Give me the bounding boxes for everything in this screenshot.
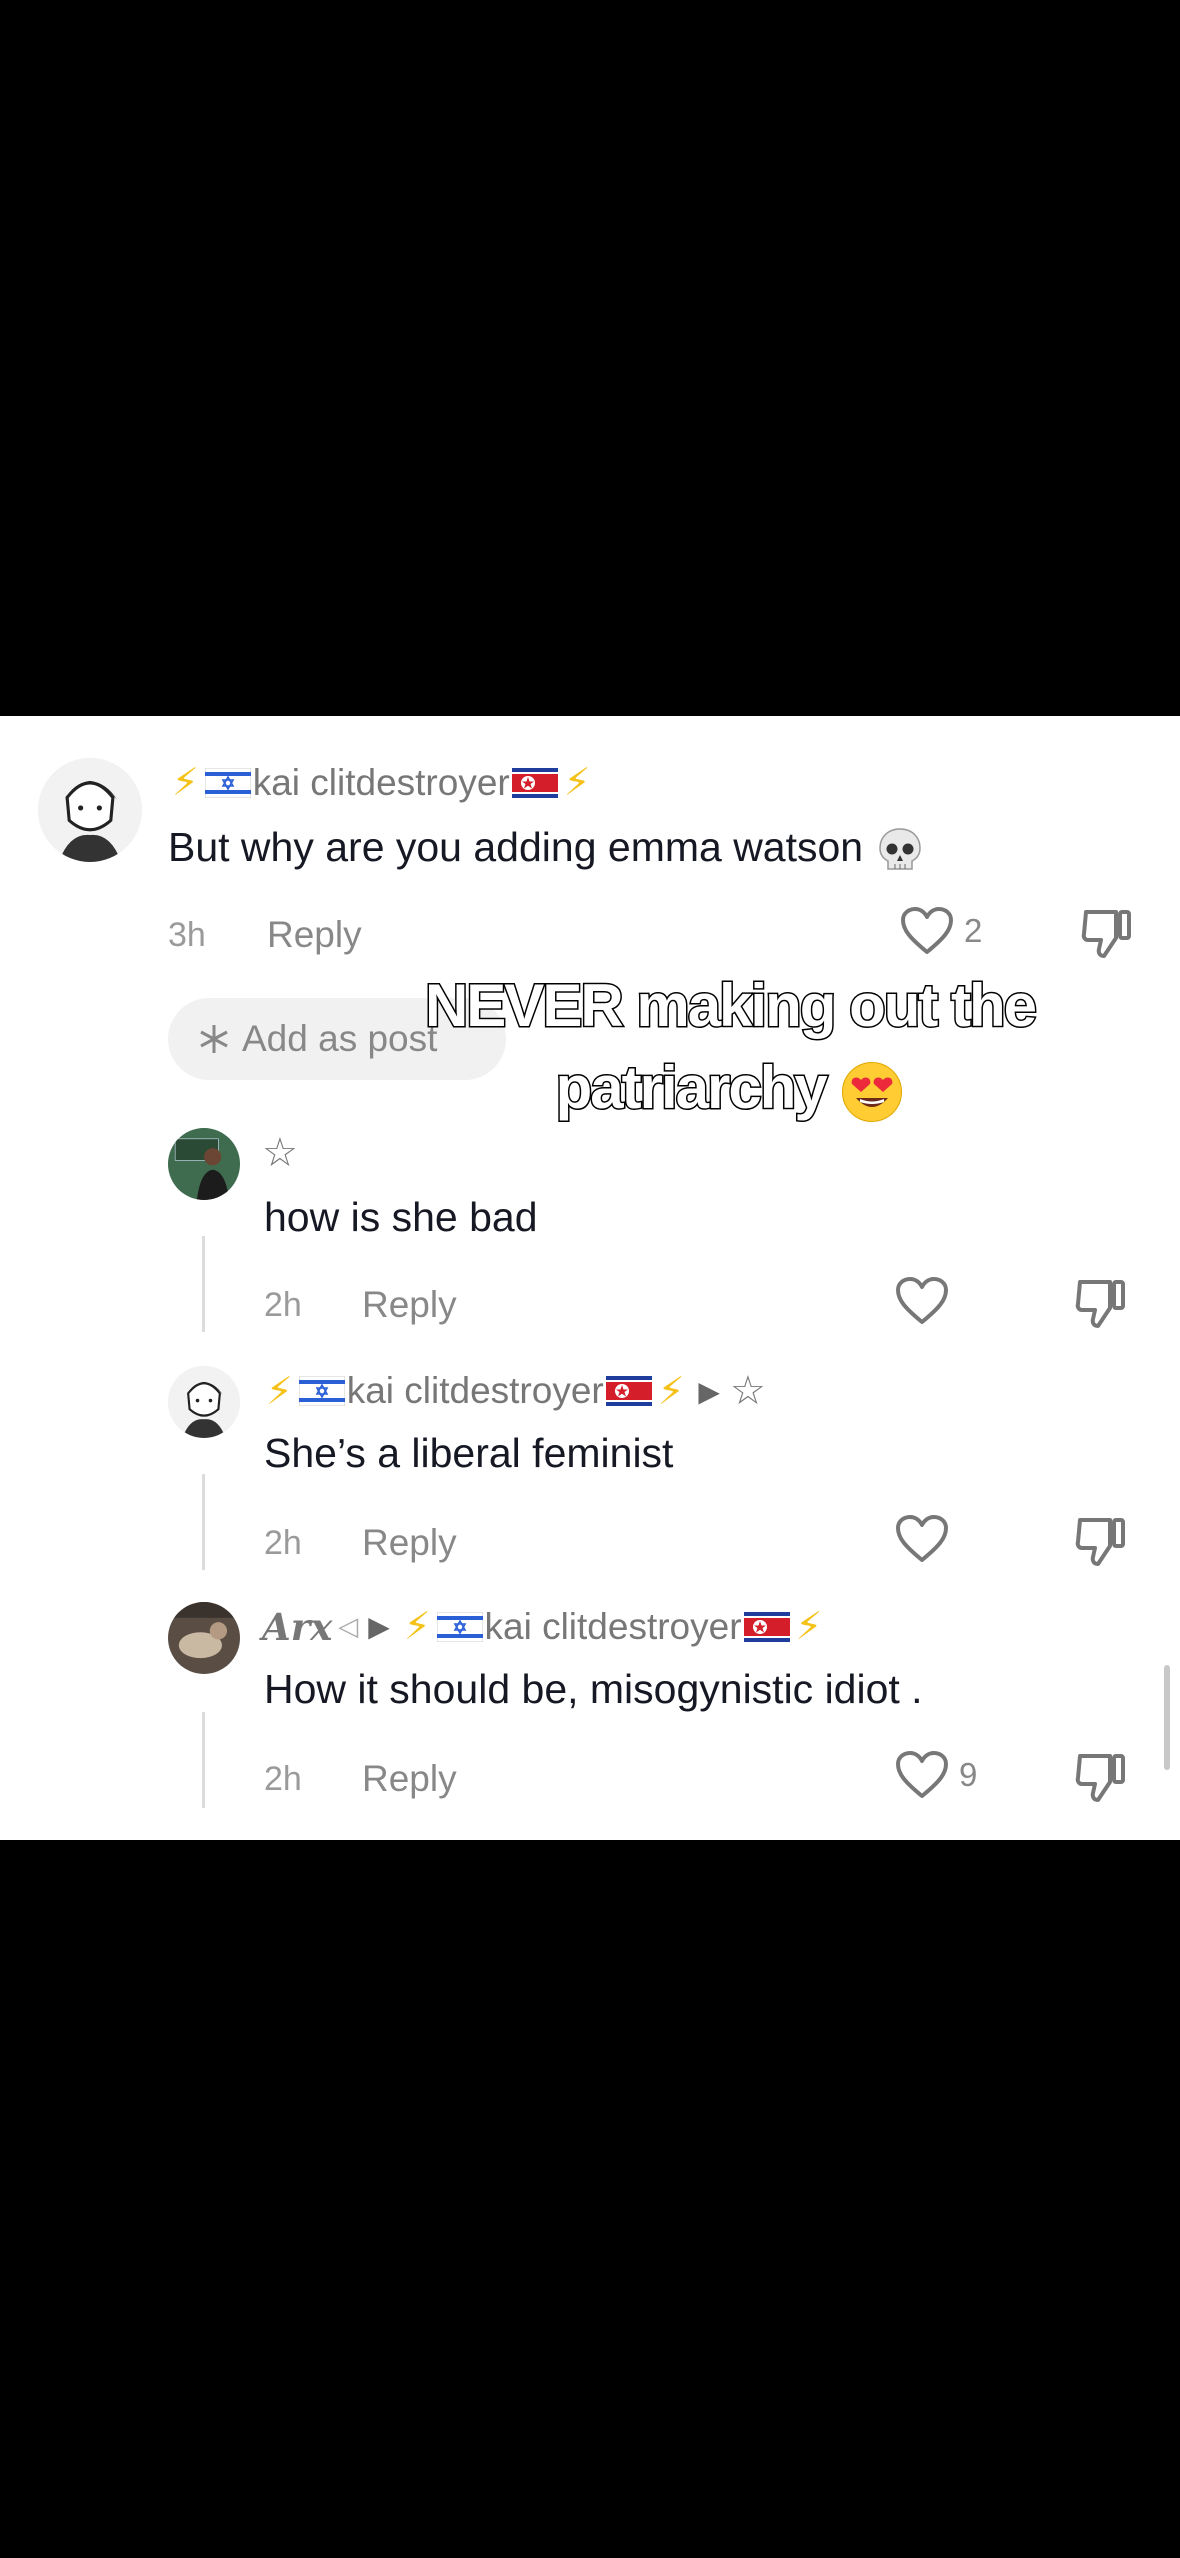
- heart-icon: [896, 1515, 948, 1562]
- avatar[interactable]: [168, 1366, 240, 1438]
- north-korea-flag-icon: [605, 1376, 652, 1406]
- tag-icon: ◁: [338, 1611, 359, 1641]
- overlay-caption-line2: patriarchy: [300, 1046, 1160, 1130]
- lightning-icon: ⚡: [266, 1370, 293, 1413]
- dislike-icon: [1075, 1518, 1125, 1566]
- israel-flag-icon: [436, 1611, 483, 1642]
- lightning-icon: ⚡: [657, 1370, 685, 1413]
- lightning-icon: ⚡: [403, 1606, 431, 1648]
- comment-username[interactable]: ☆: [262, 1130, 298, 1176]
- avatar[interactable]: [168, 1128, 240, 1200]
- like-count: 2: [964, 912, 983, 949]
- username-text: kai clitdestroyer: [252, 761, 510, 803]
- dislike-icon: [1075, 1280, 1125, 1328]
- overlay-caption-line1: NEVER making out the: [423, 971, 1038, 1041]
- like-button[interactable]: [895, 1514, 959, 1564]
- like-count: 9: [959, 1756, 978, 1793]
- play-arrow-icon: ▶: [698, 1375, 720, 1407]
- like-button[interactable]: 2: [900, 906, 982, 956]
- reply-to-username[interactable]: ☆: [730, 1368, 766, 1414]
- heart-eyes-emoji: [842, 1062, 903, 1123]
- north-korea-flag-icon: [743, 1611, 790, 1642]
- reply-button[interactable]: Reply: [362, 1758, 457, 1800]
- reply-to-username[interactable]: kai clitdestroyer: [485, 1606, 742, 1648]
- avatar[interactable]: [38, 758, 142, 862]
- comment-username[interactable]: ⚡ kai clitdestroyer ⚡: [168, 760, 594, 805]
- comment-time: 2h: [264, 1760, 302, 1798]
- dislike-icon: [1075, 1754, 1125, 1802]
- dislike-button[interactable]: [1074, 1750, 1128, 1811]
- skull-emoji: [878, 828, 921, 870]
- reply-button[interactable]: Reply: [362, 1522, 457, 1564]
- like-button[interactable]: 9: [895, 1750, 977, 1800]
- israel-flag-icon: [204, 767, 251, 798]
- avatar[interactable]: [168, 1602, 240, 1674]
- comment-text: She’s a liberal feminist: [264, 1430, 674, 1476]
- scrollbar[interactable]: [1164, 1665, 1170, 1770]
- thread-line: [202, 1712, 205, 1808]
- heart-icon: [901, 907, 953, 954]
- comment-time: 3h: [168, 916, 206, 954]
- comment-username[interactable]: Arx ◁ ▶ ⚡ kai clitdestroyer ⚡: [262, 1604, 826, 1649]
- comment-text: how is she bad: [264, 1194, 538, 1240]
- sparkle-icon: [200, 1025, 228, 1053]
- dislike-button[interactable]: [1080, 906, 1134, 967]
- comment-text: But why are you adding emma watson: [168, 824, 925, 875]
- comment-text: How it should be, misogynistic idiot .: [264, 1666, 923, 1712]
- username-text: kai clitdestroyer: [346, 1370, 604, 1411]
- star-icon: ☆: [262, 1131, 298, 1175]
- reply-button[interactable]: Reply: [362, 1284, 457, 1326]
- israel-flag-icon: [298, 1376, 345, 1406]
- like-button[interactable]: [895, 1276, 959, 1326]
- comment-username[interactable]: ⚡ kai clitdestroyer ⚡ ▶ ☆: [262, 1368, 766, 1414]
- north-korea-flag-icon: [511, 767, 558, 798]
- lightning-icon: ⚡: [563, 762, 591, 804]
- heart-icon: [896, 1751, 948, 1798]
- lightning-icon: ⚡: [795, 1606, 823, 1648]
- thread-line: [202, 1474, 205, 1570]
- reply-button[interactable]: Reply: [267, 914, 362, 956]
- heart-icon: [896, 1277, 948, 1324]
- thread-line: [202, 1236, 205, 1332]
- comment-time: 2h: [264, 1524, 302, 1562]
- lightning-icon: ⚡: [172, 762, 199, 804]
- play-arrow-icon: ▶: [368, 1611, 390, 1642]
- comment-time: 2h: [264, 1286, 302, 1324]
- dislike-button[interactable]: [1074, 1276, 1128, 1337]
- dislike-icon: [1081, 910, 1131, 958]
- dislike-button[interactable]: [1074, 1514, 1128, 1575]
- username-text: Arx: [262, 1604, 333, 1649]
